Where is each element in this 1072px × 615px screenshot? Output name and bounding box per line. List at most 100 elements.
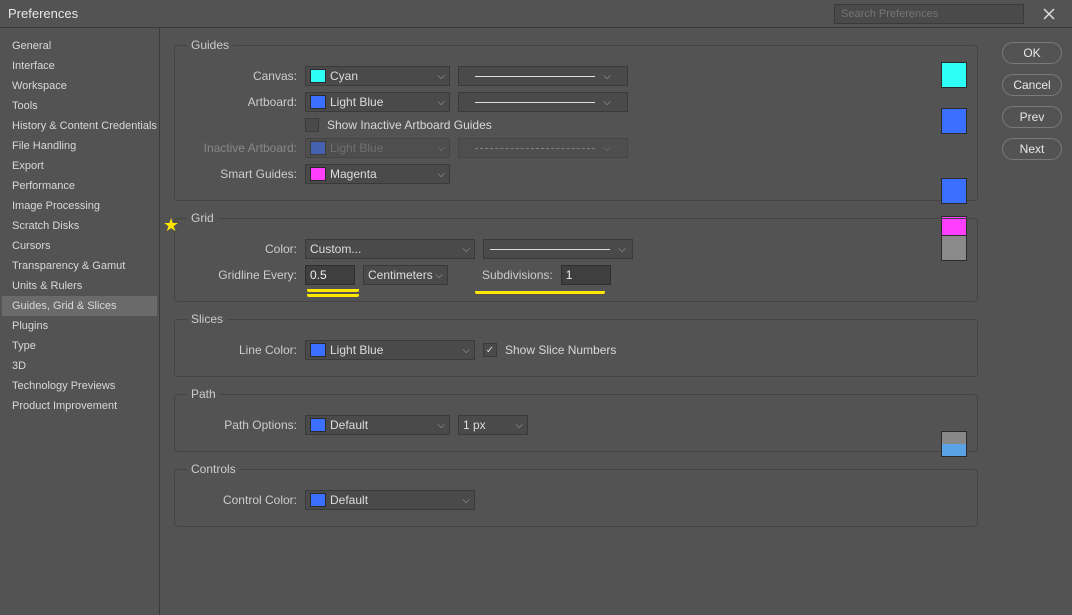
chevron-down-icon: ⌵ [437, 143, 445, 154]
controls-section: Controls Control Color: Default ⌵ [174, 462, 978, 527]
grid-section: ★ Grid Color: Custom... ⌵ ⌵ Gridline Eve… [174, 211, 978, 302]
sidebar: GeneralInterfaceWorkspaceToolsHistory & … [0, 28, 160, 615]
lightblue-swatch-icon [310, 418, 326, 432]
artboard-color-text: Light Blue [330, 95, 437, 109]
sidebar-item-product-improvement[interactable]: Product Improvement [2, 396, 157, 416]
search-input[interactable] [834, 4, 1024, 24]
canvas-style-dropdown[interactable]: ⌵ [458, 66, 628, 86]
sidebar-item-export[interactable]: Export [2, 156, 157, 176]
sidebar-item-interface[interactable]: Interface [2, 56, 157, 76]
smartguides-label: Smart Guides: [187, 167, 297, 181]
grid-swatch[interactable] [941, 235, 967, 261]
line-dashed-icon [475, 148, 595, 149]
controls-legend: Controls [187, 462, 240, 476]
star-annotation-icon: ★ [163, 215, 179, 236]
chevron-down-icon: ⌵ [437, 169, 445, 180]
gridline-unit-text: Centimeters [368, 268, 435, 282]
grid-color-dropdown[interactable]: Custom... ⌵ [305, 239, 475, 259]
grid-color-label: Color: [187, 242, 297, 256]
path-options-label: Path Options: [187, 418, 297, 432]
line-solid-icon [475, 76, 595, 77]
inactive-artboard-label: Inactive Artboard: [187, 141, 297, 155]
slices-linecolor-text: Light Blue [330, 343, 462, 357]
path-width-text: 1 px [463, 418, 515, 432]
show-slice-numbers-checkbox[interactable]: ✓ [483, 343, 497, 357]
close-button[interactable] [1034, 4, 1064, 24]
chevron-down-icon: ⌵ [462, 244, 470, 255]
window-title: Preferences [8, 6, 834, 21]
chevron-down-icon: ⌵ [437, 97, 445, 108]
sidebar-item-file-handling[interactable]: File Handling [2, 136, 157, 156]
path-legend: Path [187, 387, 220, 401]
sidebar-item-image-processing[interactable]: Image Processing [2, 196, 157, 216]
sidebar-item-type[interactable]: Type [2, 336, 157, 356]
gridline-every-label: Gridline Every: [187, 268, 297, 282]
chevron-down-icon: ⌵ [462, 495, 470, 506]
sidebar-item-transparency-gamut[interactable]: Transparency & Gamut [2, 256, 157, 276]
line-solid-icon [475, 102, 595, 103]
artboard-swatch[interactable] [941, 108, 967, 134]
chevron-down-icon: ⌵ [435, 270, 443, 281]
sidebar-item-performance[interactable]: Performance [2, 176, 157, 196]
sidebar-item-history-content-credentials[interactable]: History & Content Credentials [2, 116, 157, 136]
sidebar-item-plugins[interactable]: Plugins [2, 316, 157, 336]
control-color-dropdown[interactable]: Default ⌵ [305, 490, 475, 510]
gridline-unit-dropdown[interactable]: Centimeters ⌵ [363, 265, 448, 285]
lightblue-swatch-icon [310, 343, 326, 357]
guides-section: Guides Canvas: Cyan ⌵ ⌵ Artboard: [174, 38, 978, 201]
chevron-down-icon: ⌵ [462, 345, 470, 356]
gridline-every-input[interactable] [305, 265, 355, 285]
grid-legend: Grid [187, 211, 218, 225]
inactive-color-text: Light Blue [330, 141, 437, 155]
canvas-color-dropdown[interactable]: Cyan ⌵ [305, 66, 450, 86]
sidebar-item-units-rulers[interactable]: Units & Rulers [2, 276, 157, 296]
cancel-button[interactable]: Cancel [1002, 74, 1062, 96]
chevron-down-icon: ⌵ [437, 420, 445, 431]
sidebar-item-general[interactable]: General [2, 36, 157, 56]
sidebar-item-3d[interactable]: 3D [2, 356, 157, 376]
artboard-color-dropdown[interactable]: Light Blue ⌵ [305, 92, 450, 112]
sidebar-item-technology-previews[interactable]: Technology Previews [2, 376, 157, 396]
slices-legend: Slices [187, 312, 227, 326]
canvas-swatch[interactable] [941, 62, 967, 88]
annotation-underline-icon [307, 292, 359, 297]
annotation-underline-icon [475, 289, 605, 294]
smartguides-color-text: Magenta [330, 167, 437, 181]
path-options-dropdown[interactable]: Default ⌵ [305, 415, 450, 435]
content-area: Guides Canvas: Cyan ⌵ ⌵ Artboard: [160, 28, 992, 615]
inactive-style-dropdown[interactable]: ⌵ [458, 138, 628, 158]
lightblue-swatch-icon [310, 141, 326, 155]
line-solid-icon [490, 249, 610, 250]
sidebar-item-scratch-disks[interactable]: Scratch Disks [2, 216, 157, 236]
chevron-down-icon: ⌵ [437, 71, 445, 82]
artboard-style-dropdown[interactable]: ⌵ [458, 92, 628, 112]
subdivisions-label: Subdivisions: [482, 268, 553, 282]
canvas-label: Canvas: [187, 69, 297, 83]
sidebar-item-guides-grid-slices[interactable]: Guides, Grid & Slices [2, 296, 157, 316]
slices-linecolor-dropdown[interactable]: Light Blue ⌵ [305, 340, 475, 360]
lightblue-swatch-icon [310, 493, 326, 507]
sidebar-item-tools[interactable]: Tools [2, 96, 157, 116]
sidebar-item-cursors[interactable]: Cursors [2, 236, 157, 256]
path-options-text: Default [330, 418, 437, 432]
slices-linecolor-label: Line Color: [187, 343, 297, 357]
path-section: Path Path Options: Default ⌵ 1 px ⌵ [174, 387, 978, 452]
grid-style-dropdown[interactable]: ⌵ [483, 239, 633, 259]
smartguides-color-dropdown[interactable]: Magenta ⌵ [305, 164, 450, 184]
canvas-color-text: Cyan [330, 69, 437, 83]
show-slice-numbers-label: Show Slice Numbers [505, 343, 616, 357]
slices-section: Slices Line Color: Light Blue ⌵ ✓ Show S… [174, 312, 978, 377]
grid-color-text: Custom... [310, 242, 462, 256]
path-width-dropdown[interactable]: 1 px ⌵ [458, 415, 528, 435]
show-inactive-checkbox[interactable] [305, 118, 319, 132]
cyan-swatch-icon [310, 69, 326, 83]
path-swatch[interactable] [941, 431, 967, 457]
control-color-label: Control Color: [187, 493, 297, 507]
next-button[interactable]: Next [1002, 138, 1062, 160]
inactive-swatch[interactable] [941, 178, 967, 204]
prev-button[interactable]: Prev [1002, 106, 1062, 128]
subdivisions-input[interactable] [561, 265, 611, 285]
ok-button[interactable]: OK [1002, 42, 1062, 64]
sidebar-item-workspace[interactable]: Workspace [2, 76, 157, 96]
inactive-color-dropdown[interactable]: Light Blue ⌵ [305, 138, 450, 158]
